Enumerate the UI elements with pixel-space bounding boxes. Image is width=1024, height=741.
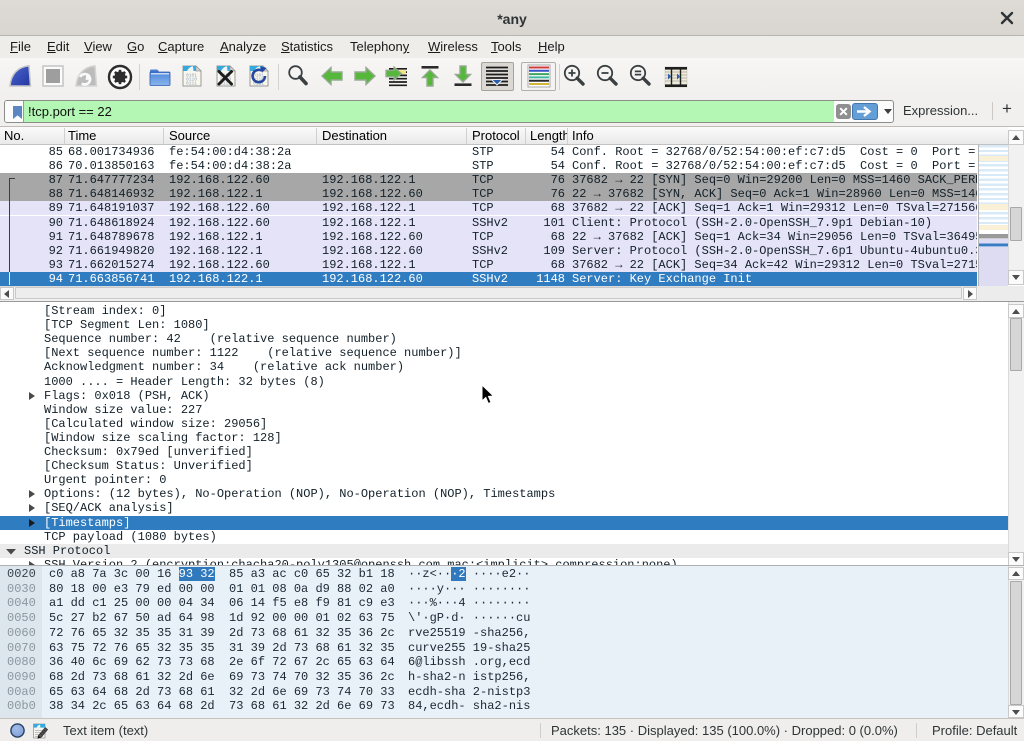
- svg-text:0111: 0111: [186, 81, 197, 87]
